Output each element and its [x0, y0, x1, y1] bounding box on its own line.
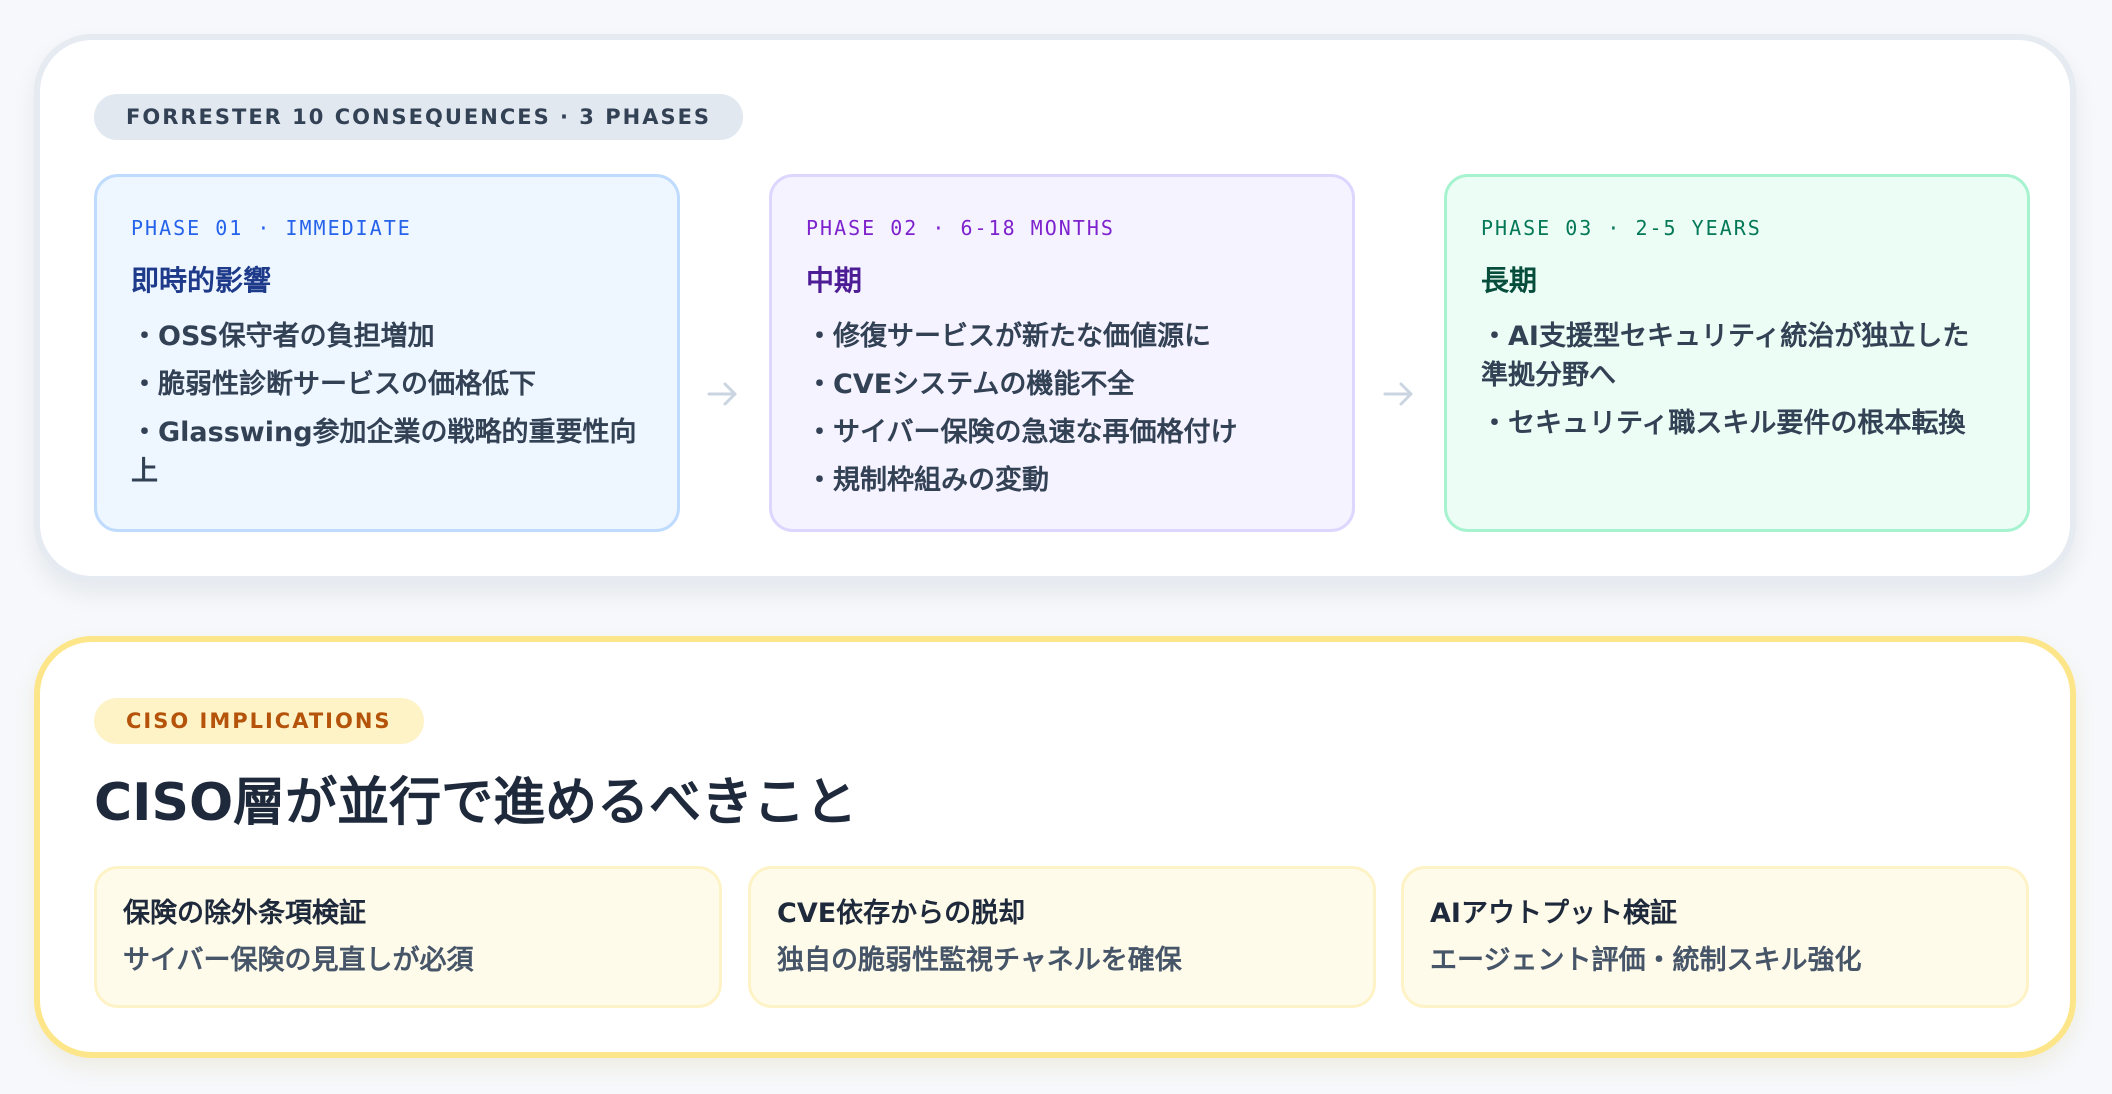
list-item: ・規制枠組みの変動 [806, 465, 1049, 496]
action-title: AIアウトプット検証 [1430, 898, 1677, 929]
list-item: ・Glasswing参加企業の戦略的重要性向上 [131, 417, 637, 487]
consequences-card: FORRESTER 10 CONSEQUENCES · 3 PHASES PHA… [34, 34, 2076, 582]
phase-title: 即時的影響 [131, 264, 272, 297]
list-item: ・AI支援型セキュリティ統治が独立した準拠分野へ [1481, 321, 1970, 391]
action-box-insurance: 保険の除外条項検証 サイバー保険の見直しが必須 [94, 866, 722, 1008]
phase-item-list: ・AI支援型セキュリティ統治が独立した準拠分野へ ・セキュリティ職スキル要件の根… [1481, 317, 1993, 443]
phase-label: PHASE 02 · 6-18 MONTHS [806, 216, 1115, 240]
list-item: ・脆弱性診断サービスの価格低下 [131, 369, 536, 400]
phase-title: 長期 [1481, 264, 1538, 297]
list-item: ・修復サービスが新たな価値源に [806, 321, 1211, 352]
action-box-ai-output: AIアウトプット検証 エージェント評価・統制スキル強化 [1401, 866, 2029, 1008]
section-title: CISO層が並行で進めるべきこと [94, 773, 858, 833]
phase-card-long-term: PHASE 03 · 2-5 YEARS 長期 ・AI支援型セキュリティ統治が独… [1444, 174, 2030, 532]
arrow-right-icon [707, 382, 737, 406]
action-box-cve: CVE依存からの脱却 独自の脆弱性監視チャネルを確保 [748, 866, 1376, 1008]
phase-label: PHASE 03 · 2-5 YEARS [1481, 216, 1762, 240]
section-tag: FORRESTER 10 CONSEQUENCES · 3 PHASES [94, 94, 744, 140]
phase-item-list: ・OSS保守者の負担増加 ・脆弱性診断サービスの価格低下 ・Glasswing参… [131, 317, 643, 491]
arrow-right-icon [1383, 382, 1413, 406]
phase-title: 中期 [806, 264, 863, 297]
ciso-implications-card: CISO IMPLICATIONS CISO層が並行で進めるべきこと 保険の除外… [34, 636, 2076, 1058]
phase-item-list: ・修復サービスが新たな価値源に ・CVEシステムの機能不全 ・サイバー保険の急速… [806, 317, 1318, 500]
action-description: 独自の脆弱性監視チャネルを確保 [777, 945, 1182, 976]
action-description: エージェント評価・統制スキル強化 [1430, 945, 1862, 976]
phase-label: PHASE 01 · IMMEDIATE [131, 216, 412, 240]
list-item: ・CVEシステムの機能不全 [806, 369, 1135, 400]
list-item: ・OSS保守者の負担増加 [131, 321, 435, 352]
list-item: ・セキュリティ職スキル要件の根本転換 [1481, 408, 1966, 439]
action-description: サイバー保険の見直しが必須 [123, 945, 474, 976]
phase-card-mid-term: PHASE 02 · 6-18 MONTHS 中期 ・修復サービスが新たな価値源… [769, 174, 1355, 532]
action-title: 保険の除外条項検証 [123, 898, 366, 929]
phase-card-immediate: PHASE 01 · IMMEDIATE 即時的影響 ・OSS保守者の負担増加 … [94, 174, 680, 532]
section-tag: CISO IMPLICATIONS [94, 698, 424, 744]
action-title: CVE依存からの脱却 [777, 898, 1026, 929]
list-item: ・サイバー保険の急速な再価格付け [806, 417, 1238, 448]
